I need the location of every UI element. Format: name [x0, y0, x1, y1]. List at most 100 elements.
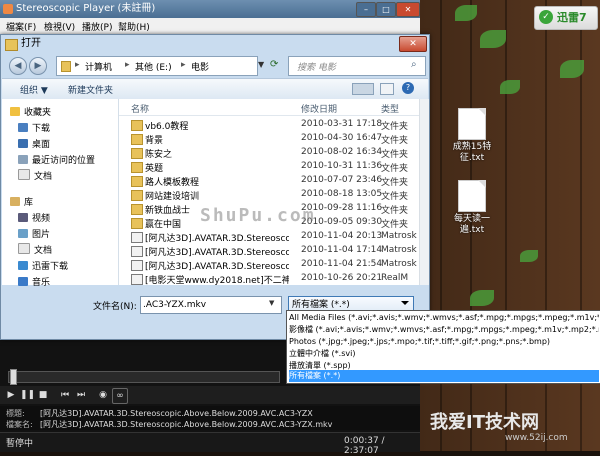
dialog-close-button[interactable]: ✕ — [399, 36, 427, 52]
file-type: 文件夹 — [381, 206, 409, 216]
document-icon — [18, 243, 30, 254]
file-type: Matrosk — [381, 259, 417, 269]
sidebar-item-downloads[interactable]: 下载 — [18, 121, 50, 135]
xunlei-icon: ✓ — [539, 10, 553, 24]
desktop-icon-label[interactable]: 成熟15特征.txt — [442, 142, 502, 164]
menu-help[interactable]: 幫助(H) — [118, 20, 150, 33]
filetype-dropdown-list: All Media Files (*.avi;*.avis;*.wmv;*.wm… — [286, 310, 600, 384]
play-icon[interactable]: ▶ — [4, 388, 18, 402]
file-date: 2010-04-30 16:47 — [301, 133, 383, 143]
breadcrumb-drive[interactable]: 其他 (E:) — [135, 60, 172, 73]
desktop-icon — [18, 139, 28, 148]
chevron-down-icon[interactable] — [401, 301, 409, 305]
picture-icon — [18, 229, 28, 238]
file-date: 2010-08-18 13:05 — [301, 189, 383, 199]
sidebar-favorites[interactable]: 收藏夹 — [10, 105, 51, 119]
sidebar-item-xunlei[interactable]: 迅雷下载 — [18, 259, 68, 273]
file-type: 文件夹 — [381, 192, 409, 202]
organize-button[interactable]: 组织 ▼ — [20, 83, 48, 96]
player-menu-bar: 檔案(F) 檢視(V) 播放(P) 幫助(H) — [0, 18, 420, 35]
back-button[interactable]: ◀ — [9, 57, 27, 75]
file-row[interactable]: 背景 2010-04-30 16:47 文件夹 — [119, 132, 429, 146]
column-name[interactable]: 名称 — [131, 102, 149, 115]
breadcrumb-folder[interactable]: 电影 — [191, 60, 209, 73]
sidebar-item-desktop[interactable]: 桌面 — [18, 137, 50, 151]
view-options-icon[interactable] — [352, 83, 374, 95]
filetype-option[interactable]: 影像檔 (*.avi;*.avis;*.wmv;*.wmvs;*.asf;*.m… — [289, 324, 599, 336]
sidebar-item-music[interactable]: 音乐 — [18, 275, 50, 289]
menu-view[interactable]: 檢視(V) — [44, 20, 75, 33]
menu-play[interactable]: 播放(P) — [82, 20, 112, 33]
file-row[interactable]: [阿凡达3D].AVATAR.3D.Stereoscopic.A... 2010-… — [119, 230, 429, 244]
app-icon — [3, 4, 13, 14]
address-bar[interactable]: ▸ 计算机 ▸ 其他 (E:) ▸ 电影 — [56, 56, 258, 76]
column-type[interactable]: 类型 — [381, 102, 399, 115]
history-dropdown-icon[interactable]: ▼ — [258, 56, 268, 74]
file-type: RealM — [381, 273, 409, 283]
filetype-option[interactable]: All Media Files (*.avi;*.avis;*.wmv;*.wm… — [289, 312, 599, 324]
sidebar-item-documents[interactable]: 文档 — [18, 169, 52, 183]
new-folder-button[interactable]: 新建文件夹 — [68, 83, 113, 96]
glasses-icon[interactable]: ∞ — [112, 388, 128, 404]
filetype-option[interactable]: Photos (*.jpg;*.jpeg;*.jps;*.mpo;*.tif;*… — [289, 336, 599, 348]
file-row[interactable]: 网站建设培训 2010-08-18 13:05 文件夹 — [119, 188, 429, 202]
desktop-icon-label[interactable]: 每天读一遍.txt — [442, 214, 502, 236]
help-icon[interactable]: ? — [402, 82, 414, 94]
search-input[interactable]: 搜索 电影 ⌕ — [288, 56, 426, 76]
file-row[interactable]: 路人模板教程 2010-07-07 23:46 文件夹 — [119, 174, 429, 188]
pause-icon[interactable]: ❚❚ — [20, 388, 35, 402]
filename-input[interactable]: .AC3-YZX.mkv — [140, 296, 282, 314]
minimize-button[interactable]: – — [356, 2, 376, 17]
file-date: 2010-08-02 16:34 — [301, 147, 383, 157]
column-date[interactable]: 修改日期 — [301, 102, 337, 115]
file-date: 2010-07-07 23:46 — [301, 175, 383, 185]
close-button[interactable]: ✕ — [396, 2, 420, 17]
sidebar-item-recent[interactable]: 最近访问的位置 — [18, 153, 95, 167]
file-row[interactable]: [阿凡达3D].AVATAR.3D.Stereoscopic.S... 2010-… — [119, 258, 429, 272]
file-row[interactable]: 英题 2010-10-31 11:36 文件夹 — [119, 160, 429, 174]
seek-bar[interactable] — [8, 371, 280, 383]
file-type: Matrosk — [381, 245, 417, 255]
file-row[interactable]: 陈安之 2010-08-02 16:34 文件夹 — [119, 146, 429, 160]
file-row[interactable]: vb6.0教程 2010-03-31 17:18 文件夹 — [119, 118, 429, 132]
seek-handle[interactable] — [10, 369, 17, 385]
sidebar-item-videos[interactable]: 视频 — [18, 211, 50, 225]
forward-button[interactable]: ▶ — [29, 57, 47, 75]
file-label: 檔案名: — [6, 420, 33, 429]
file-row[interactable]: [阿凡达3D].AVATAR.3D.Stereoscopic.S... 2010-… — [119, 244, 429, 258]
menu-file[interactable]: 檔案(F) — [6, 20, 36, 33]
breadcrumb-computer[interactable]: 计算机 — [85, 60, 112, 73]
sidebar-item-pictures[interactable]: 图片 — [18, 227, 50, 241]
video-file-icon — [131, 232, 143, 243]
text-file-icon[interactable] — [458, 108, 486, 140]
playback-controls: ▶ ❚❚ ■ ⏮ ⏭ ◉ ∞ — [0, 386, 420, 404]
stereo-view-icon[interactable]: ◉ — [96, 388, 110, 402]
watermark-url: www.52ij.com — [505, 433, 568, 443]
folder-icon — [131, 120, 143, 131]
file-name: vb6.0教程 — [145, 122, 189, 132]
title-value: [阿凡达3D].AVATAR.3D.Stereoscopic.Above.Bel… — [40, 409, 313, 418]
sidebar-item-lib-documents[interactable]: 文档 — [18, 243, 52, 257]
vertical-scrollbar[interactable] — [419, 99, 429, 285]
file-type: 文件夹 — [381, 136, 409, 146]
media-info-panel: 標題: [阿凡达3D].AVATAR.3D.Stereoscopic.Above… — [0, 406, 420, 430]
preview-pane-icon[interactable] — [380, 83, 394, 95]
refresh-icon[interactable]: ⟳ — [270, 57, 284, 73]
watermark-logo: 我爱IT技术网 — [430, 412, 539, 433]
sidebar-library[interactable]: 库 — [10, 195, 33, 209]
filename-label: 文件名(N): — [93, 302, 137, 312]
text-file-icon[interactable] — [458, 180, 486, 212]
chevron-down-icon[interactable]: ▼ — [269, 299, 274, 307]
folder-icon — [131, 148, 143, 159]
file-type: 文件夹 — [381, 220, 409, 230]
file-date: 2010-11-04 17:14 — [301, 245, 383, 255]
filetype-option-selected[interactable]: 所有檔案 (*.*) — [289, 370, 599, 382]
maximize-button[interactable]: □ — [376, 2, 396, 17]
previous-icon[interactable]: ⏮ — [58, 388, 72, 402]
filetype-option[interactable]: 立體中介檔 (*.svi) — [289, 348, 599, 360]
file-name: 路人模板教程 — [145, 178, 200, 188]
stop-icon[interactable]: ■ — [36, 388, 50, 402]
next-icon[interactable]: ⏭ — [74, 388, 88, 402]
file-row[interactable]: [电影天堂www.dy2018.net]不二神探 2010-10-26 20:21… — [119, 272, 429, 285]
file-type: Matrosk — [381, 231, 417, 241]
